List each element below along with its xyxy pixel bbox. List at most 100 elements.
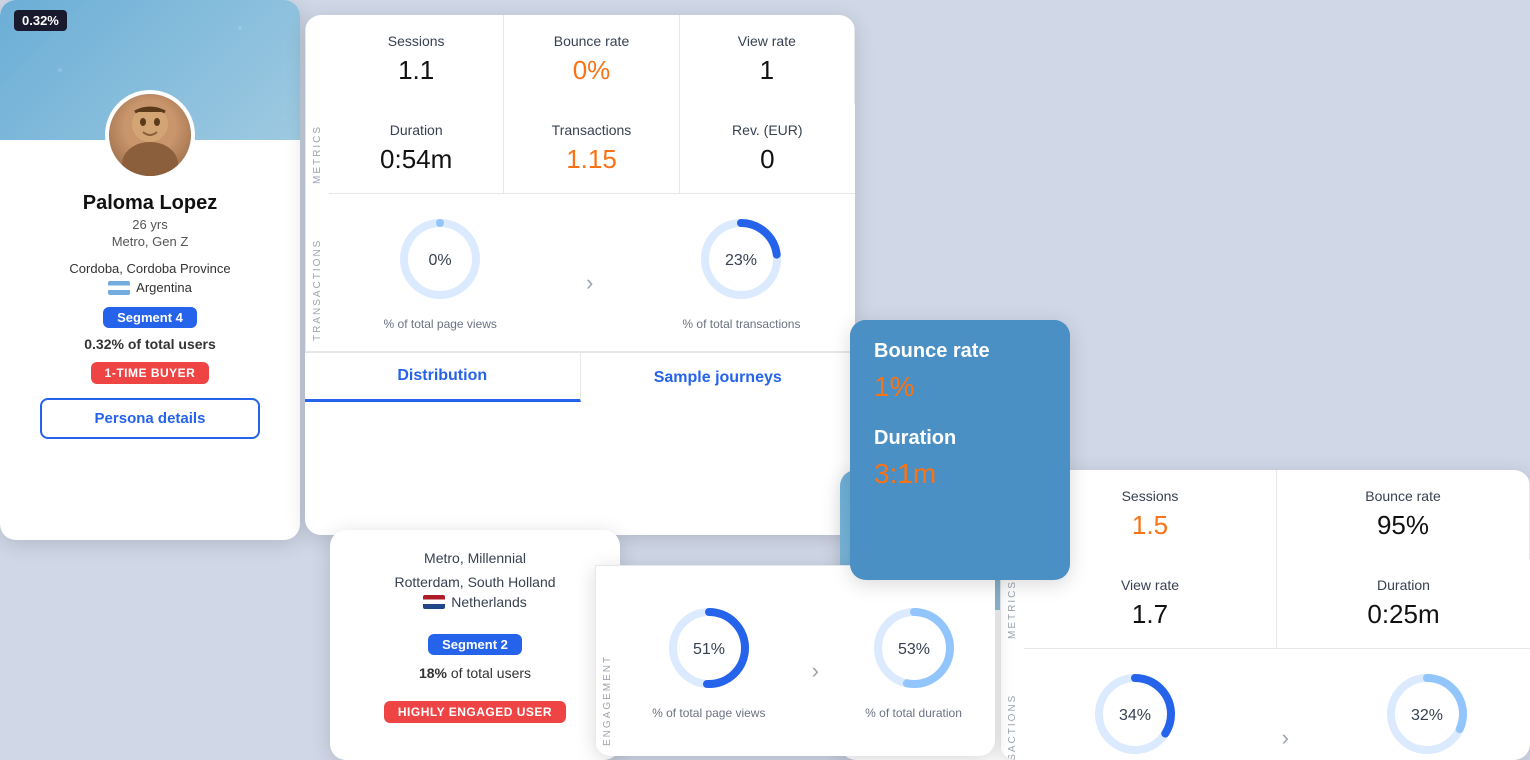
- devries-donut-1: 34%: [1090, 669, 1180, 759]
- engagement-donut-1: 51%: [664, 603, 754, 693]
- engagement-row: ENGAGEMENT 51% % of total page views › 5…: [595, 565, 995, 756]
- metrics-row-1: METRICS Sessions 1.1 Bounce rate 0% View…: [305, 15, 855, 194]
- rotterdam-segment-type: Metro, Millennial: [354, 550, 596, 566]
- devries-transactions-label: TRANSACTIONS: [1000, 649, 1024, 760]
- engagement-arrow-icon: ›: [812, 658, 819, 684]
- paloma-profile-card: 0.32% Paloma Lopez 26 yrs Metro, Gen Z C…: [0, 0, 300, 540]
- rotterdam-pct-bold: 18%: [419, 665, 447, 681]
- circle-transactions: 23% % of total transactions: [682, 214, 800, 331]
- duration-popup-label: Duration: [874, 427, 1046, 450]
- devries-donut-2: 32%: [1382, 669, 1472, 759]
- metrics-grid-top: Sessions 1.1 Bounce rate 0% View rate 1 …: [329, 15, 855, 194]
- country-row: Argentina: [0, 280, 300, 295]
- persona-details-button[interactable]: Persona details: [40, 398, 260, 439]
- devries-metrics-grid-top: Sessions 1.5 Bounce rate 95% View rate 1…: [1024, 470, 1530, 649]
- metric-duration: Duration 0:54m: [329, 104, 504, 193]
- revenue-value: 0: [696, 144, 839, 175]
- rotterdam-pct-label: of total users: [451, 665, 531, 681]
- duration-value: 0:54m: [345, 144, 487, 175]
- duration-label: Duration: [345, 122, 487, 138]
- transactions-label: Transactions: [520, 122, 662, 138]
- rotterdam-card: Metro, Millennial Rotterdam, South Holla…: [330, 530, 620, 760]
- engagement-donut-2: 53%: [869, 603, 959, 693]
- sample-journeys-tab[interactable]: Sample journeys: [581, 353, 856, 402]
- segment-type: Metro, Gen Z: [0, 234, 300, 249]
- devries-duration: Duration 0:25m: [1277, 559, 1530, 648]
- rotterdam-country-row: Netherlands: [354, 594, 596, 610]
- rotterdam-location: Rotterdam, South Holland: [354, 574, 596, 590]
- transactions-section: TRANSACTIONS 0% % of total page views › …: [305, 194, 855, 352]
- devries-transactions-section: TRANSACTIONS 34% % of total page views ›…: [1000, 649, 1530, 760]
- engagement-circle-1: 51% % of total page views: [652, 603, 765, 720]
- buyer-badge: 1-TIME BUYER: [91, 362, 210, 384]
- transactions-section-label: TRANSACTIONS: [305, 194, 329, 351]
- flag-netherlands: [423, 595, 445, 609]
- svg-text:34%: 34%: [1119, 707, 1151, 724]
- person-name: Paloma Lopez: [0, 192, 300, 215]
- country-name: Argentina: [136, 280, 192, 295]
- bounce-rate-value: 0%: [520, 55, 662, 86]
- devries-metrics-card: METRICS Sessions 1.5 Bounce rate 95% Vie…: [1000, 470, 1530, 760]
- devries-bounce-label: Bounce rate: [1293, 488, 1513, 504]
- devries-circle-1: 34% % of total page views: [1079, 669, 1192, 760]
- donut-chart-1: 0%: [395, 214, 485, 304]
- avatar: [105, 90, 195, 180]
- devries-duration-label: Duration: [1293, 577, 1514, 593]
- engagement-circle-2: 53% % of total duration: [865, 603, 962, 720]
- devries-bounce-rate: Bounce rate 95%: [1277, 470, 1530, 559]
- metric-revenue: Rev. (EUR) 0: [680, 104, 855, 193]
- svg-text:0%: 0%: [429, 252, 452, 269]
- rotterdam-content: Metro, Millennial Rotterdam, South Holla…: [330, 530, 620, 743]
- rotterdam-country: Netherlands: [451, 594, 527, 610]
- devries-metrics-row: METRICS Sessions 1.5 Bounce rate 95% Vie…: [1000, 470, 1530, 649]
- avatar-image: [109, 94, 191, 176]
- metric-view-rate: View rate 1: [680, 15, 855, 104]
- devries-sessions-value: 1.5: [1040, 510, 1260, 541]
- pct-users: 0.32% of total users: [0, 336, 300, 352]
- distribution-tab[interactable]: Distribution: [305, 353, 581, 402]
- segment-badge: Segment 4: [103, 307, 197, 328]
- devries-view-value: 1.7: [1040, 599, 1260, 630]
- devries-arrow-icon: ›: [1282, 725, 1289, 751]
- rotterdam-buyer-badge: HIGHLY ENGAGED USER: [384, 701, 566, 723]
- view-rate-label: View rate: [696, 33, 838, 49]
- card-body: Paloma Lopez 26 yrs Metro, Gen Z Cordoba…: [0, 140, 300, 455]
- flag-argentina: [108, 281, 130, 295]
- circle1-label: % of total page views: [384, 317, 497, 331]
- card-header: 0.32%: [0, 0, 300, 140]
- devries-bounce-popup: Bounce rate 1% Duration 3:1m: [850, 320, 1070, 580]
- sessions-label: Sessions: [345, 33, 487, 49]
- devries-bounce-value: 95%: [1293, 510, 1513, 541]
- bounce-rate-popup-value: 1%: [874, 371, 1046, 403]
- person-location: Cordoba, Cordoba Province: [0, 261, 300, 276]
- arrow-right-icon: ›: [586, 270, 593, 296]
- rotterdam-segment-badge-wrap: Segment 2: [354, 622, 596, 655]
- rotterdam-pct: 18% of total users: [354, 665, 596, 681]
- pct-label: of total users: [128, 336, 216, 352]
- sessions-value: 1.1: [345, 55, 487, 86]
- engagement-circle1-label: % of total page views: [652, 706, 765, 720]
- circle2-label: % of total transactions: [682, 317, 800, 331]
- bounce-popup-content: Bounce rate 1% Duration 3:1m: [850, 320, 1070, 510]
- metric-sessions: Sessions 1.1: [329, 15, 504, 104]
- engagement-label: ENGAGEMENT: [595, 566, 619, 756]
- metrics-label: METRICS: [305, 15, 329, 194]
- engagement-card: ENGAGEMENT 51% % of total page views › 5…: [595, 565, 995, 756]
- engagement-content: 51% % of total page views › 53% % of tot…: [619, 566, 995, 756]
- bounce-rate-popup-label: Bounce rate: [874, 340, 1046, 363]
- revenue-label: Rev. (EUR): [696, 122, 839, 138]
- devries-transactions-content: 34% % of total page views › 32% % of tot…: [1024, 649, 1530, 760]
- bounce-rate-label: Bounce rate: [520, 33, 662, 49]
- devries-duration-value: 0:25m: [1293, 599, 1514, 630]
- devries-metrics-inner: Sessions 1.5 Bounce rate 95% View rate 1…: [1024, 470, 1530, 649]
- metric-transactions: Transactions 1.15: [504, 104, 679, 193]
- svg-text:32%: 32%: [1411, 707, 1443, 724]
- person-age: 26 yrs: [0, 217, 300, 232]
- devries-view-label: View rate: [1040, 577, 1260, 593]
- devries-circle-2: 32% % of total duration: [1378, 669, 1475, 760]
- devries-sessions-label: Sessions: [1040, 488, 1260, 504]
- view-rate-value: 1: [696, 55, 838, 86]
- metric-bounce-rate: Bounce rate 0%: [504, 15, 679, 104]
- paloma-metrics-card: METRICS Sessions 1.1 Bounce rate 0% View…: [305, 15, 855, 535]
- metrics-inner: Sessions 1.1 Bounce rate 0% View rate 1 …: [329, 15, 855, 194]
